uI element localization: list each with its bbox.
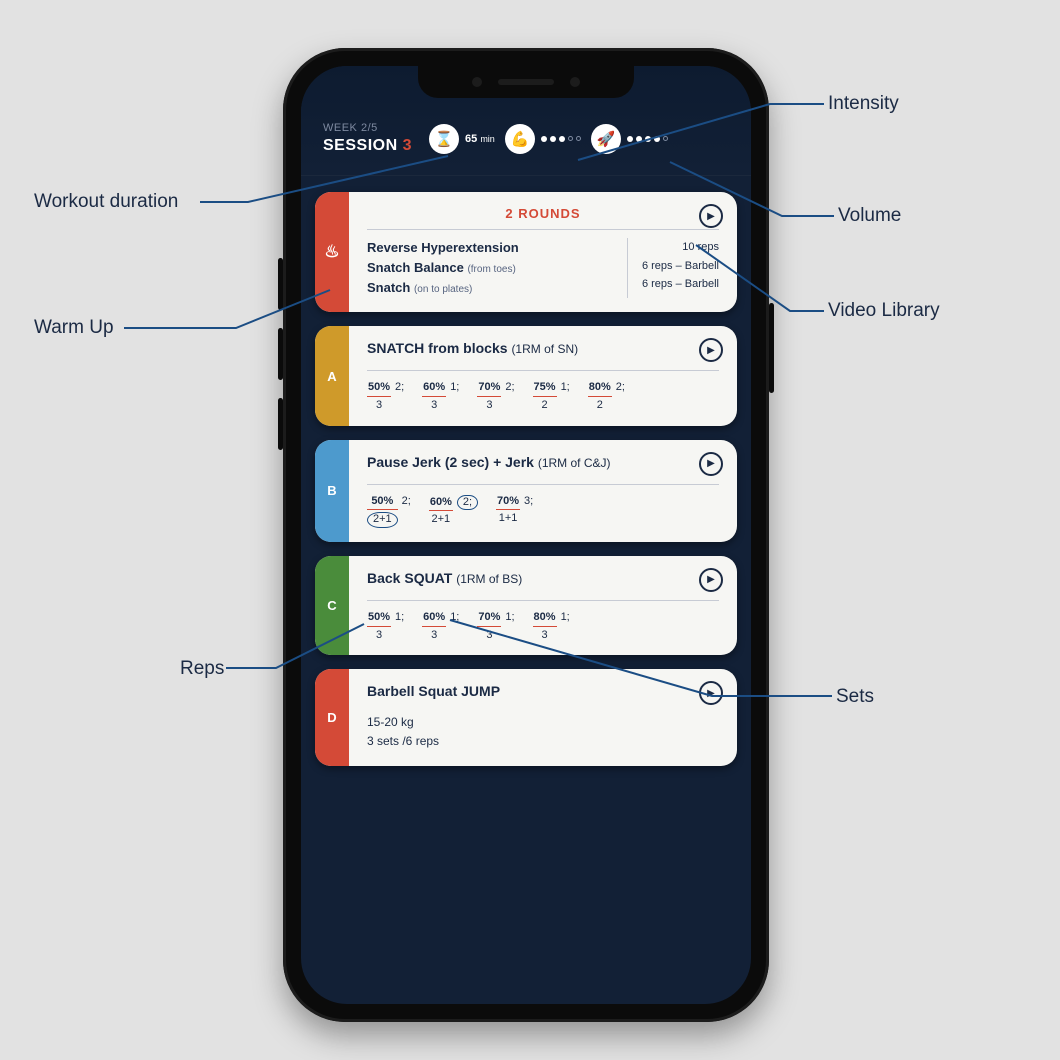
exercise-title: Back SQUAT (1RM of BS)	[367, 570, 719, 586]
sets-row: 50%31;60%31;70%31;80%31;	[367, 611, 719, 641]
warmup-exercises: Reverse HyperextensionSnatch Balance (fr…	[367, 238, 613, 298]
tab-d: D	[315, 669, 349, 765]
session-title: SESSION 3	[323, 137, 419, 155]
card-block-d[interactable]: D ▶Barbell Squat JUMP 15-20 kg3 sets /6 re…	[315, 669, 737, 765]
anno-sets: Sets	[836, 686, 874, 708]
stat-duration: ⌛ 65 min	[429, 124, 495, 154]
flame-icon: ♨	[324, 242, 339, 262]
tab-b: B	[315, 440, 349, 542]
anno-reps: Reps	[180, 658, 224, 680]
content-area[interactable]: ♨ ▶ 2 ROUNDS Reverse HyperextensionSnatc…	[301, 176, 751, 782]
stat-intensity: 💪	[505, 124, 581, 154]
sets-row: 50%32;60%31;70%32;75%21;80%22;	[367, 381, 719, 411]
phone-frame: WEEK 2/5 SESSION 3 ⌛ 65 min 💪 🚀	[283, 48, 769, 1022]
exercise-title: Barbell Squat JUMP	[367, 683, 719, 699]
exercise-title: Pause Jerk (2 sec) + Jerk (1RM of C&J)	[367, 454, 719, 470]
card-block-a[interactable]: A ▶SNATCH from blocks (1RM of SN) 50%32;60…	[315, 326, 737, 425]
tab-a: A	[315, 326, 349, 425]
anno-workout-duration: Workout duration	[34, 191, 178, 213]
sets-row: 50%2+12;60%2+12;70%1+13;	[367, 495, 719, 528]
screen: WEEK 2/5 SESSION 3 ⌛ 65 min 💪 🚀	[301, 66, 751, 1004]
stat-volume: 🚀	[591, 124, 668, 154]
volume-dots	[627, 136, 668, 142]
tab-warmup: ♨	[315, 192, 349, 312]
exercise-title: SNATCH from blocks (1RM of SN)	[367, 340, 719, 356]
notch	[418, 66, 634, 98]
warmup-reps: 10 reps6 reps – Barbell6 reps – Barbell	[627, 238, 719, 298]
play-button[interactable]: ▶	[699, 452, 723, 476]
play-button[interactable]: ▶	[699, 568, 723, 592]
anno-intensity: Intensity	[828, 93, 899, 115]
rocket-icon: 🚀	[591, 124, 621, 154]
card-block-c[interactable]: C ▶Back SQUAT (1RM of BS) 50%31;60%31;70%3…	[315, 556, 737, 655]
week-label: WEEK 2/5	[323, 122, 419, 134]
card-block-b[interactable]: B ▶Pause Jerk (2 sec) + Jerk (1RM of C&J)…	[315, 440, 737, 542]
anno-volume: Volume	[838, 205, 901, 227]
play-button[interactable]: ▶	[699, 338, 723, 362]
rounds-label: 2 ROUNDS	[367, 206, 719, 221]
card-warmup[interactable]: ♨ ▶ 2 ROUNDS Reverse HyperextensionSnatc…	[315, 192, 737, 312]
play-button[interactable]: ▶	[699, 681, 723, 705]
intensity-dots	[541, 136, 581, 142]
anno-video-library: Video Library	[828, 300, 940, 322]
tab-c: C	[315, 556, 349, 655]
hourglass-icon: ⌛	[429, 124, 459, 154]
play-button[interactable]: ▶	[699, 204, 723, 228]
arm-flex-icon: 💪	[505, 124, 535, 154]
anno-warm-up: Warm Up	[34, 317, 114, 339]
exercise-detail: 15-20 kg3 sets /6 reps	[367, 713, 719, 751]
